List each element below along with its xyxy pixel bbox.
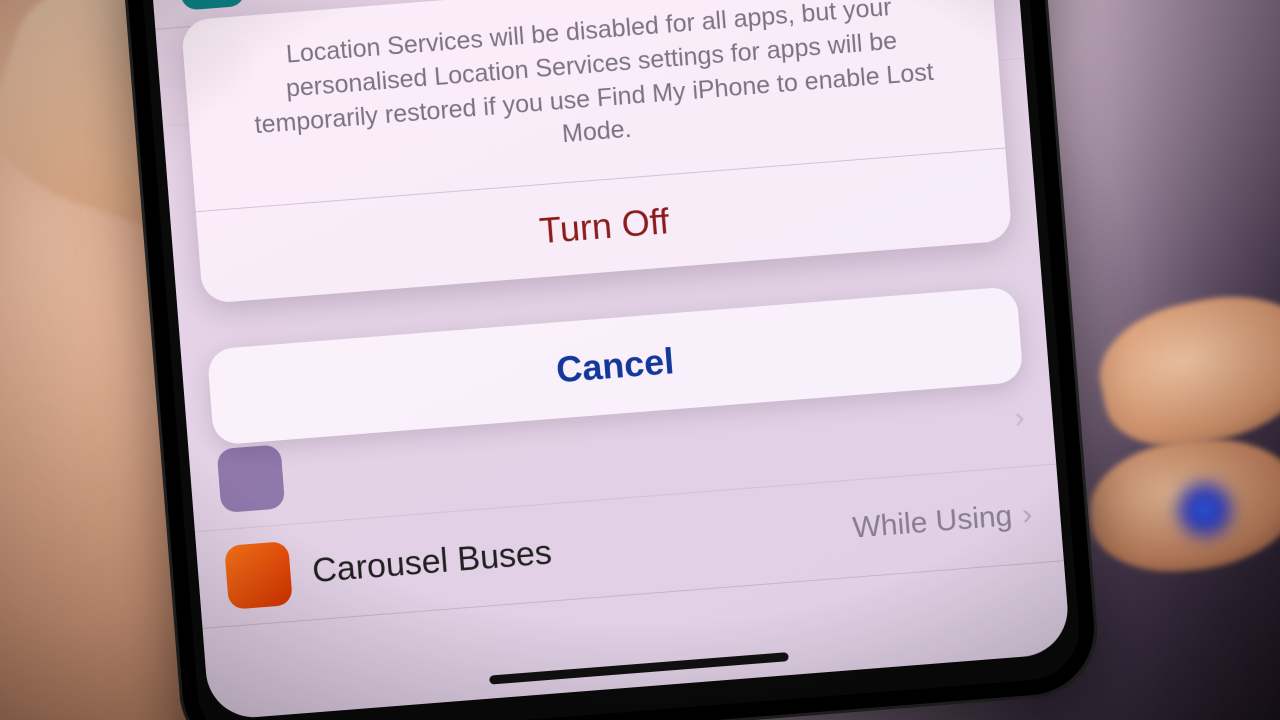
permission-status: While Using	[851, 499, 1013, 545]
background-light	[1170, 475, 1240, 545]
photo-scene: Arriva Bus While Using › › ›	[0, 0, 1280, 720]
app-name: Carousel Buses	[311, 509, 854, 590]
phone-screen: Arriva Bus While Using › › ›	[148, 0, 1071, 720]
iphone: Arriva Bus While Using › › ›	[118, 0, 1103, 720]
chevron-right-icon: ›	[1013, 401, 1026, 436]
finger-right-top	[1088, 279, 1280, 462]
arriva-app-icon	[177, 0, 246, 11]
carousel-app-icon	[224, 541, 293, 610]
chevron-right-icon: ›	[1021, 498, 1034, 533]
app-icon	[217, 444, 286, 513]
